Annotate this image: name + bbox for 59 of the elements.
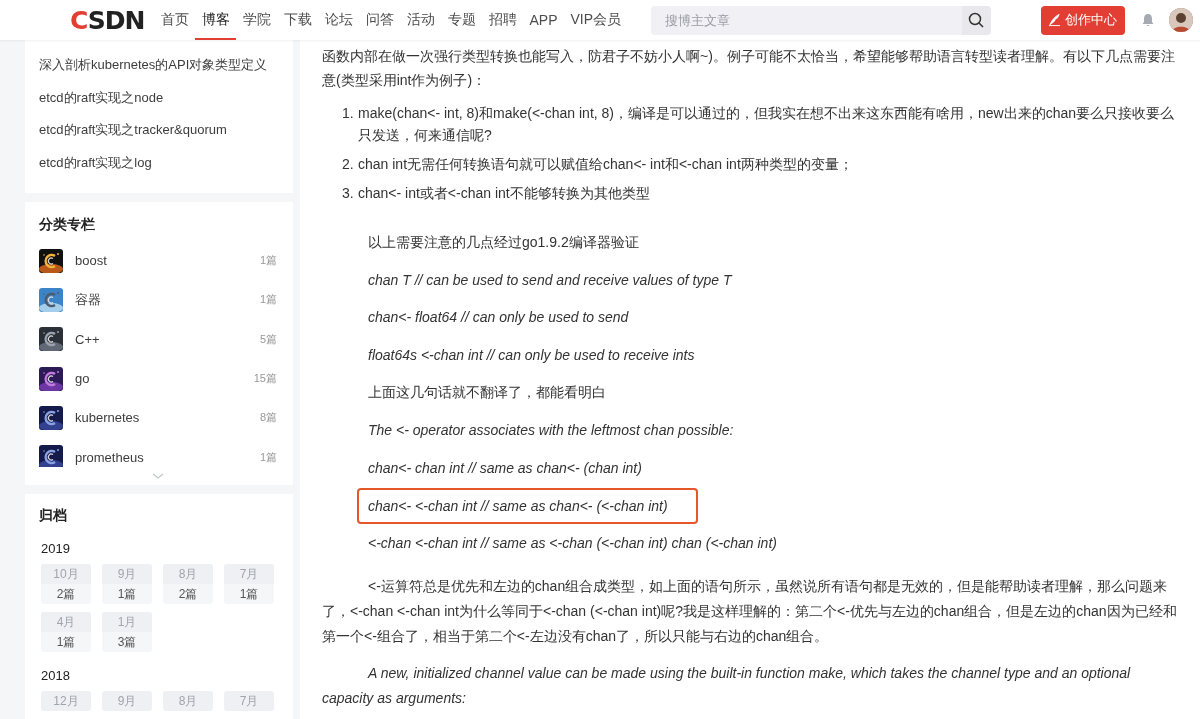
article-link[interactable]: 深入剖析kubernetes的API对象类型定义	[39, 53, 277, 86]
category-link[interactable]: kubernetes	[75, 410, 260, 426]
archive-month[interactable]: 1月 3篇	[102, 612, 152, 652]
article-link[interactable]: etcd的raft实现之tracker&quorum	[39, 118, 277, 151]
article-link[interactable]: etcd的raft实现之log	[39, 150, 277, 183]
list-number: 3.	[342, 184, 355, 203]
article-count: 15篇	[253, 371, 277, 387]
archive-month[interactable]: 4月 1篇	[41, 612, 91, 652]
italic-line: chan T // can be used to send and receive values of type T	[368, 270, 732, 290]
italic-line: The <- operator associates with the leftmost chan possible:	[368, 420, 734, 440]
search-field[interactable]: 搜博主文章	[650, 5, 962, 35]
italic-line: chan<- chan int // same as chan<- (chan int)	[368, 458, 642, 478]
search-icon	[968, 12, 985, 28]
year-label: 2019	[41, 541, 71, 556]
search-button[interactable]	[961, 5, 991, 35]
list-item: make(chan<- int, 8)和make(<-chan int, 8)，编译是可以通过的，但我实在想不出来这东西能有啥用，new出来的chan要么只接收要么只发送，何来通信呢?	[358, 104, 1176, 145]
category-link[interactable]: prometheus	[75, 449, 260, 465]
pen-icon	[1048, 13, 1062, 27]
year-label: 2018	[41, 668, 71, 683]
archive-month[interactable]: 8月 2篇	[163, 564, 213, 604]
nav-tab[interactable]: 学院	[236, 0, 277, 40]
section-title: 归档	[39, 507, 68, 525]
create-button[interactable]: 创作中心	[1040, 5, 1125, 35]
nav-tab[interactable]: APP	[523, 0, 564, 40]
paragraph: <-运算符总是优先和左边的chan组合成类型，如上面的语句所示，虽然说所有语句都是无效的，但是能帮助读者理解，那么问题来了，<-chan <-chan int为什么等同于<-chan (<-chan int)呢?我是这样理解的：第二个<-优先与左边的chan组合，但是左边的chan因为已经和第一个<-组合了，相当于第二个<-左边没有chan了，所以只能与右边的chan组合。	[322, 577, 1178, 647]
text-line: 以上需要注意的几点经过go1.9.2编译器验证	[368, 233, 639, 252]
article-link[interactable]: etcd的raft实现之node	[39, 85, 277, 118]
nav-tab[interactable]: VIP会员	[564, 0, 628, 40]
nav-tab[interactable]: 首页	[154, 0, 195, 40]
archive-month[interactable]: 10月 2篇	[41, 564, 91, 604]
nav-tab[interactable]: 论坛	[318, 0, 359, 40]
article-count: 5篇	[259, 331, 277, 347]
nav-tab[interactable]: 问答	[359, 0, 400, 40]
italic-line: float64s <-chan int // can only be used to receive ints	[368, 345, 695, 365]
category-link[interactable]: boost	[75, 253, 260, 269]
nav-tab[interactable]: 招聘	[482, 0, 523, 40]
list-item: chan int无需任何转换语句就可以赋值给chan<- int和<-chan int两种类型的变量；	[358, 155, 854, 174]
article-count: 1篇	[259, 449, 277, 465]
category-link[interactable]: go	[75, 371, 254, 387]
list-number: 1.	[342, 104, 355, 123]
paragraph: 函数内部在做一次强行类型转换也能写入，防君子不妨小人啊~)。例子可能不太恰当，希望能够帮助语言转型读者理解。有以下几点需要注意(类型采用int作为例子)：	[322, 47, 1176, 90]
article-count: 1篇	[259, 292, 277, 308]
nav-tab[interactable]: 专题	[441, 0, 482, 40]
article-count: 1篇	[259, 253, 277, 269]
category-link[interactable]: C++	[75, 331, 260, 347]
archive-month[interactable]: 7月 1篇	[224, 564, 274, 604]
archive-month[interactable]: 9月 1篇	[102, 564, 152, 604]
category-link[interactable]: 容器	[75, 290, 260, 309]
italic-line: chan<- float64 // can only be used to send	[368, 308, 629, 328]
list-item: chan<- int或者<-chan int不能够转换为其他类型	[358, 184, 651, 203]
section-title: 分类专栏	[39, 216, 96, 234]
nav-tab[interactable]: 下载	[277, 0, 318, 40]
italic-line: <-chan <-chan int // same as <-chan (<-chan int) chan (<-chan int)	[368, 533, 777, 553]
paragraph: A new, initialized channel value can be made using the built-in function make, which takes the channel type and an optional capacity as arguments:	[322, 664, 1132, 709]
list-number: 2.	[342, 155, 355, 174]
avatar[interactable]	[1168, 8, 1193, 32]
nav-tab[interactable]: 活动	[400, 0, 441, 40]
text-line: 上面这几句话就不翻译了，都能看明白	[368, 383, 606, 403]
article-count: 8篇	[259, 410, 277, 426]
